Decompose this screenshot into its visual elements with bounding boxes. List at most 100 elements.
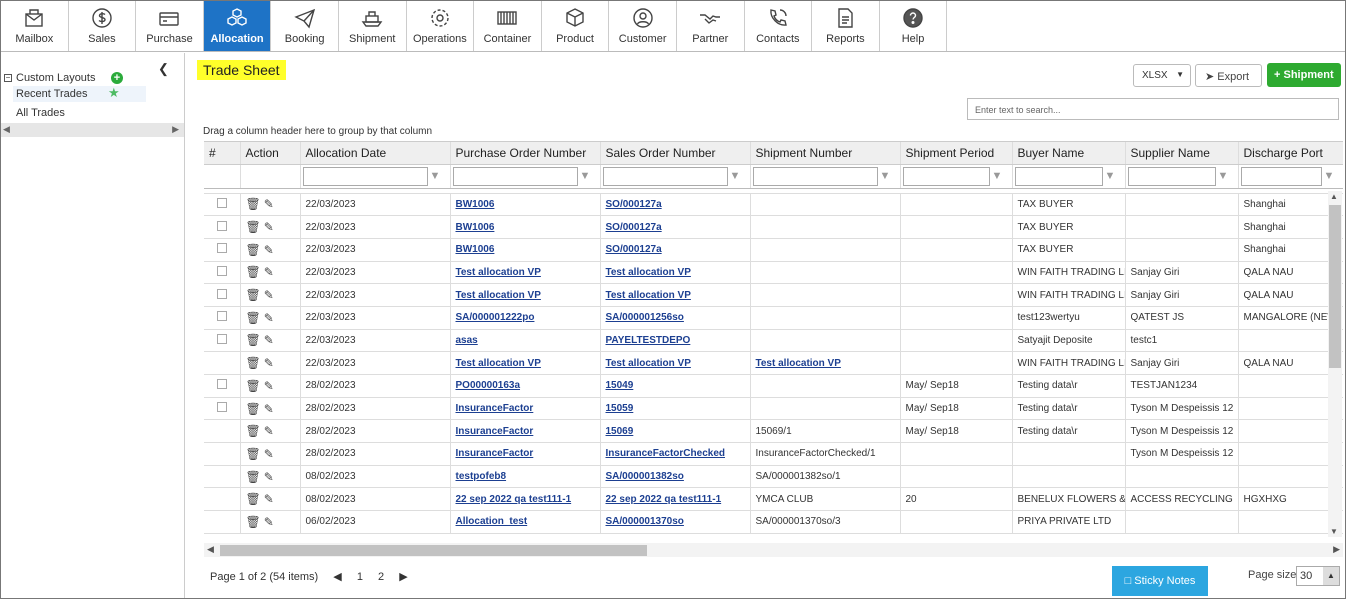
trash-icon[interactable]: 🗑 [246, 333, 261, 347]
edit-icon[interactable]: ✎ [264, 220, 274, 234]
filter-icon[interactable]: ▼ [730, 170, 744, 182]
table-row[interactable]: 🗑 ✎ 28/02/2023 InsuranceFactor InsuranceFact… [204, 442, 1343, 466]
nav-contacts[interactable]: Contacts [745, 1, 813, 51]
purchase-order-link[interactable]: Test allocation VP [456, 267, 541, 278]
edit-icon[interactable]: ✎ [264, 356, 274, 370]
trash-icon[interactable]: 🗑 [246, 515, 261, 529]
scroll-down-icon[interactable]: ▼ [1330, 527, 1338, 536]
purchase-order-link[interactable]: 22 sep 2022 qa test111-1 [456, 494, 572, 505]
table-row[interactable]: 🗑 ✎ 28/02/2023 PO00000163a 15049 May/ Sep18 Te… [204, 374, 1343, 398]
column-header[interactable]: Purchase Order Number [450, 142, 601, 165]
sticky-notes-button[interactable]: □ Sticky Notes [1112, 566, 1208, 596]
column-header[interactable]: # [204, 142, 241, 165]
purchase-order-link[interactable]: InsuranceFactor [456, 426, 534, 437]
add-shipment-button[interactable]: + Shipment [1267, 63, 1341, 87]
trash-icon[interactable]: 🗑 [246, 447, 261, 461]
row-checkbox[interactable] [217, 265, 227, 276]
edit-icon[interactable]: ✎ [264, 447, 274, 461]
trash-icon[interactable]: 🗑 [246, 356, 261, 370]
scroll-left-icon[interactable]: ◀ [3, 124, 10, 135]
trash-icon[interactable]: 🗑 [246, 424, 261, 438]
nav-booking[interactable]: Booking [271, 1, 339, 51]
edit-icon[interactable]: ✎ [264, 515, 274, 529]
filter-icon[interactable]: ▼ [1105, 170, 1119, 182]
row-checkbox[interactable] [217, 220, 227, 231]
sales-order-link[interactable]: SO/000127a [606, 222, 662, 233]
table-row[interactable]: 🗑 ✎ 28/02/2023 InsuranceFactor 15069 15069/1 M… [204, 419, 1343, 444]
sales-order-link[interactable]: 15059 [606, 403, 634, 414]
edit-icon[interactable]: ✎ [264, 470, 274, 484]
purchase-order-link[interactable]: SA/000001222po [456, 312, 535, 323]
trash-icon[interactable]: 🗑 [246, 379, 261, 393]
edit-icon[interactable]: ✎ [264, 197, 274, 211]
filter-icon[interactable]: ▼ [1218, 170, 1232, 182]
nav-shipment[interactable]: Shipment [339, 1, 407, 51]
column-header[interactable]: Sales Order Number [600, 142, 751, 165]
nav-mailbox[interactable]: Mailbox [1, 1, 69, 51]
table-row[interactable]: 🗑 ✎ 22/03/2023 asas PAYELTESTDEPO Satyajit De… [204, 329, 1343, 353]
tree-custom-layouts[interactable]: − Custom Layouts + [4, 70, 182, 86]
add-layout-icon[interactable]: + [111, 72, 123, 84]
page-size-select[interactable]: 30 ▲ [1296, 566, 1340, 586]
edit-icon[interactable]: ✎ [264, 402, 274, 416]
column-filter-input[interactable] [602, 166, 728, 186]
scroll-left-icon[interactable]: ◀ [207, 544, 214, 555]
sales-order-link[interactable]: SO/000127a [606, 244, 662, 255]
table-row[interactable]: 🗑 ✎ 22/03/2023 BW1006 SO/000127a TAX BUYER Sha… [204, 238, 1343, 262]
column-header[interactable]: Discharge Port [1238, 142, 1343, 165]
trash-icon[interactable]: 🗑 [246, 197, 261, 211]
nav-sales[interactable]: Sales [69, 1, 137, 51]
nav-operations[interactable]: Operations [407, 1, 475, 51]
sales-order-link[interactable]: 15069 [606, 426, 634, 437]
row-checkbox[interactable] [217, 243, 227, 254]
filter-icon[interactable]: ▼ [580, 170, 594, 182]
edit-icon[interactable]: ✎ [264, 288, 274, 302]
column-header[interactable]: Allocation Date [300, 142, 451, 165]
trash-icon[interactable]: 🗑 [246, 402, 261, 416]
table-row[interactable]: 🗑 ✎ 22/03/2023 Test allocation VP Test alloc… [204, 351, 1343, 375]
export-button[interactable]: ➤ Export [1195, 64, 1262, 87]
next-page-icon[interactable]: ▶ [399, 571, 407, 583]
nav-product[interactable]: Product [542, 1, 610, 51]
table-row[interactable]: 🗑 ✎ 06/02/2023 Allocation_test SA/000001370s… [204, 510, 1343, 534]
chevron-up-icon[interactable]: ▲ [1323, 567, 1339, 585]
nav-reports[interactable]: Reports [812, 1, 880, 51]
purchase-order-link[interactable]: asas [456, 335, 478, 346]
tree-all-trades[interactable]: All Trades [16, 105, 182, 121]
sales-order-link[interactable]: 22 sep 2022 qa test111-1 [606, 494, 722, 505]
row-checkbox[interactable] [217, 379, 227, 390]
purchase-order-link[interactable]: Test allocation VP [456, 358, 541, 369]
table-row[interactable]: 🗑 ✎ 22/03/2023 Test allocation VP Test alloc… [204, 261, 1343, 285]
table-row[interactable]: 🗑 ✎ 28/02/2023 InsuranceFactor 15059 May/ Sep… [204, 397, 1343, 421]
table-row[interactable]: 🗑 ✎ 22/03/2023 Test allocation VP Test alloc… [204, 283, 1343, 307]
column-filter-input[interactable] [1014, 166, 1103, 186]
nav-partner[interactable]: Partner [677, 1, 745, 51]
table-row[interactable]: 🗑 ✎ 22/03/2023 SA/000001222po SA/000001256so… [204, 306, 1343, 330]
edit-icon[interactable]: ✎ [264, 243, 274, 257]
purchase-order-link[interactable]: BW1006 [456, 199, 495, 210]
trash-icon[interactable]: 🗑 [246, 288, 261, 302]
nav-container[interactable]: Container [474, 1, 542, 51]
scroll-up-icon[interactable]: ▲ [1330, 192, 1338, 201]
horizontal-scroll-thumb[interactable] [220, 545, 647, 556]
purchase-order-link[interactable]: Test allocation VP [456, 290, 541, 301]
column-filter-input[interactable] [1127, 166, 1216, 186]
table-row[interactable]: 🗑 ✎ 08/02/2023 testpofeb8 SA/000001382so SA/0… [204, 465, 1343, 489]
horizontal-scrollbar[interactable]: ◀ ▶ [204, 543, 1343, 557]
column-header[interactable]: Supplier Name [1125, 142, 1239, 165]
purchase-order-link[interactable]: PO00000163a [456, 380, 521, 391]
trash-icon[interactable]: 🗑 [246, 492, 261, 506]
column-filter-input[interactable] [752, 166, 878, 186]
purchase-order-link[interactable]: InsuranceFactor [456, 403, 534, 414]
page-1-link[interactable]: 1 [357, 571, 363, 583]
nav-allocation[interactable]: Allocation [203, 1, 272, 51]
format-select[interactable]: XLSX ▼ [1133, 64, 1191, 87]
table-row[interactable]: 🗑 ✎ 22/03/2023 BW1006 SO/000127a TAX BUYER Sha… [204, 215, 1343, 239]
column-filter-input[interactable] [902, 166, 990, 186]
sales-order-link[interactable]: SA/000001382so [606, 471, 684, 482]
table-row[interactable]: 🗑 ✎ 22/03/2023 BW1006 SO/000127a TAX BUYER Sha… [204, 193, 1343, 217]
row-checkbox[interactable] [217, 402, 227, 413]
sales-order-link[interactable]: InsuranceFactorChecked [606, 448, 726, 459]
column-filter-input[interactable] [452, 166, 578, 186]
scroll-right-icon[interactable]: ▶ [1333, 544, 1340, 555]
